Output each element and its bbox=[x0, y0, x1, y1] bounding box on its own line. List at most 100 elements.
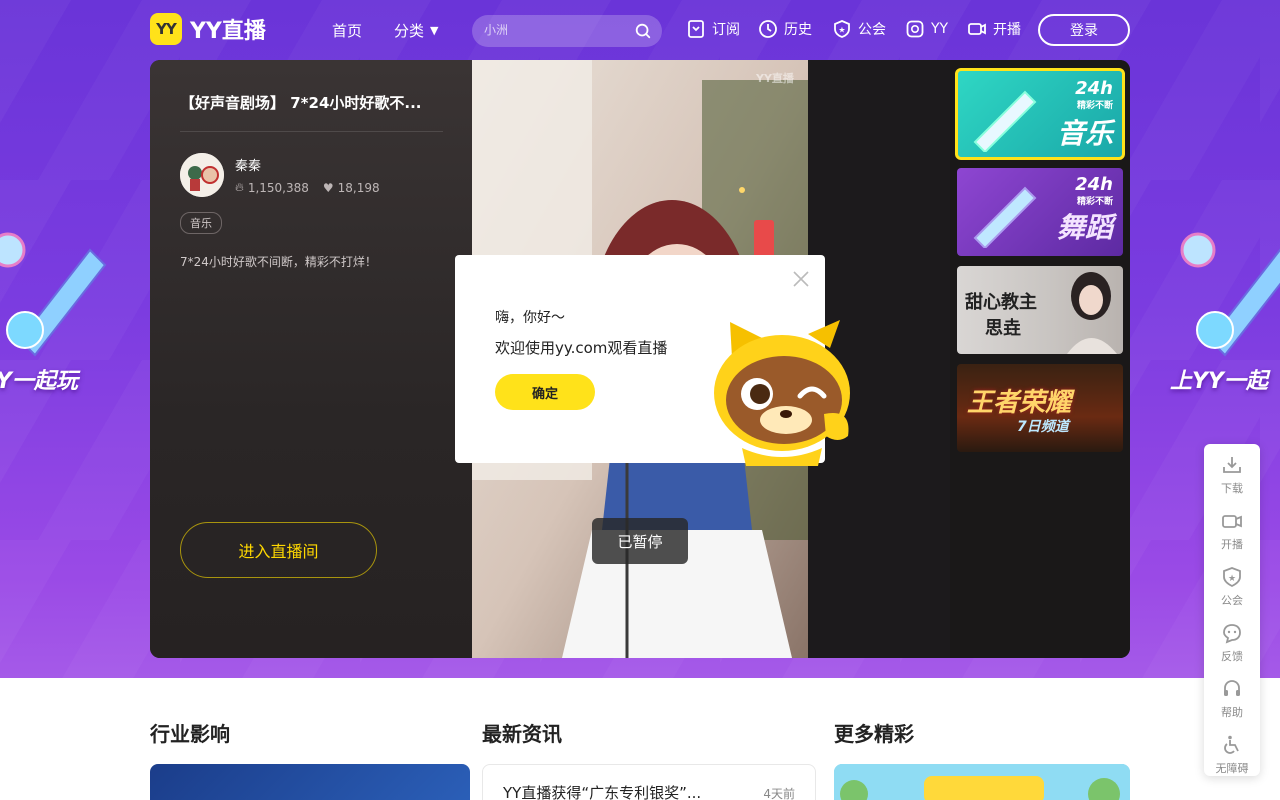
summer-banner-image bbox=[834, 764, 1130, 800]
channel-music[interactable]: 24h 精彩不断 音乐 bbox=[955, 68, 1125, 160]
heart-icon: ♥ bbox=[322, 180, 334, 195]
channel-title: 王者荣耀 bbox=[967, 388, 1072, 418]
raccoon-mascot-icon bbox=[714, 320, 850, 466]
nav-subscribe[interactable]: 订阅 bbox=[686, 19, 740, 39]
bookmark-icon bbox=[688, 20, 704, 38]
tool-guild[interactable]: ★ 公会 bbox=[1204, 566, 1260, 616]
headset-icon bbox=[1224, 680, 1240, 696]
section-news-title: 最新资讯 bbox=[482, 722, 562, 746]
camera-icon bbox=[1222, 515, 1242, 528]
tool-broadcast[interactable]: 开播 bbox=[1204, 510, 1260, 560]
channel-subtitle: 思垚 bbox=[985, 318, 1021, 339]
divider bbox=[180, 131, 443, 132]
svg-text:★: ★ bbox=[838, 26, 845, 35]
enter-room-button[interactable]: 进入直播间 bbox=[180, 522, 377, 578]
nav-history[interactable]: 历史 bbox=[758, 19, 812, 39]
confirm-button[interactable]: 确定 bbox=[495, 374, 595, 410]
channel-title: 舞蹈 bbox=[1056, 211, 1113, 244]
channel-badge: 24h bbox=[1075, 78, 1113, 99]
search-icon[interactable] bbox=[634, 22, 652, 40]
room-info-panel: 【好声音剧场】 7*24小时好歌不... 秦秦 🔥︎ 1,150,388 ♥ 18,… bbox=[150, 60, 472, 658]
mic-illustration-left bbox=[0, 232, 107, 357]
tool-accessibility[interactable]: 无障碍 bbox=[1204, 734, 1260, 784]
channel-badge: 24h bbox=[1075, 174, 1113, 195]
accessibility-icon bbox=[1224, 735, 1239, 754]
tool-label: 下载 bbox=[1221, 482, 1243, 495]
channel-sweetheart[interactable]: 甜心教主 思垚 bbox=[957, 266, 1123, 354]
host-portrait bbox=[1067, 272, 1117, 354]
logo-badge: YY bbox=[150, 13, 182, 45]
paused-indicator[interactable]: 已暂停 bbox=[592, 518, 688, 564]
popularity-stat: 🔥︎ 1,150,388 bbox=[235, 180, 309, 195]
nav-home[interactable]: 首页 bbox=[332, 20, 362, 41]
channel-title: 音乐 bbox=[1056, 117, 1113, 150]
nav-guild-label: 公会 bbox=[858, 22, 886, 38]
logo-text: YY直播 bbox=[190, 19, 266, 44]
download-icon bbox=[1223, 457, 1241, 473]
channel-honor-of-kings[interactable]: 王者荣耀 7日频道 bbox=[957, 364, 1123, 452]
login-button[interactable]: 登录 bbox=[1038, 14, 1130, 46]
popularity-value: 1,150,388 bbox=[247, 180, 309, 195]
logo[interactable]: YY YY直播 bbox=[150, 13, 266, 45]
flame-icon: 🔥︎ bbox=[235, 180, 244, 194]
tool-feedback[interactable]: 反馈 bbox=[1204, 622, 1260, 672]
shield-star-icon: ★ bbox=[834, 20, 850, 38]
camera-icon bbox=[968, 23, 986, 35]
mic-illustration-right bbox=[1180, 232, 1280, 357]
search-input[interactable] bbox=[484, 23, 624, 37]
avatar[interactable] bbox=[180, 153, 224, 197]
tool-label: 开播 bbox=[1221, 538, 1243, 551]
likes-value: 18,198 bbox=[337, 180, 380, 195]
channel-title: 甜心教主 bbox=[965, 292, 1037, 313]
channel-sub: 精彩不断 bbox=[1076, 101, 1113, 111]
tool-label: 帮助 bbox=[1221, 706, 1243, 719]
news-headline[interactable]: YY直播获得“广东专利银奖”... bbox=[503, 782, 701, 800]
video-watermark: YY直播 bbox=[756, 72, 794, 85]
side-banner-left-text: YY一起玩 bbox=[0, 369, 78, 394]
tool-help[interactable]: 帮助 bbox=[1204, 678, 1260, 728]
tool-sidebar: 下载 开播 ★ 公会 反馈 帮助 无障碍 bbox=[1204, 444, 1260, 776]
channel-list: 24h 精彩不断 音乐 24h 精彩不断 舞蹈 甜心教主 思垚 王者荣耀 7日频… bbox=[950, 60, 1130, 658]
nav-category[interactable]: 分类 ▼ bbox=[394, 20, 438, 41]
section-more-title: 更多精彩 bbox=[834, 722, 914, 746]
side-banner-right[interactable]: 上YY一起 bbox=[1170, 220, 1280, 420]
yy-app-icon bbox=[906, 20, 924, 38]
room-stats: 🔥︎ 1,150,388 ♥ 18,198 bbox=[235, 180, 380, 195]
likes-stat: ♥ 18,198 bbox=[323, 181, 380, 195]
tool-label: 无障碍 bbox=[1215, 762, 1249, 775]
mic-icon bbox=[973, 90, 1037, 152]
feedback-icon bbox=[1223, 624, 1241, 644]
news-card[interactable]: YY直播获得“广东专利银奖”... 4天前 bbox=[482, 764, 816, 800]
nav-subscribe-label: 订阅 bbox=[712, 22, 740, 38]
category-tag[interactable]: 音乐 bbox=[180, 212, 222, 234]
avatar-image bbox=[180, 153, 224, 197]
search-box bbox=[472, 15, 662, 47]
tool-label: 反馈 bbox=[1221, 650, 1243, 663]
room-description: 7*24小时好歌不间断，精彩不打烊！ bbox=[180, 255, 377, 269]
svg-text:★: ★ bbox=[1228, 574, 1236, 584]
nav-yy[interactable]: YY bbox=[905, 19, 948, 39]
shield-star-icon: ★ bbox=[1223, 567, 1241, 588]
section-industry-title: 行业影响 bbox=[150, 722, 230, 746]
tool-download[interactable]: 下载 bbox=[1204, 454, 1260, 504]
more-card[interactable] bbox=[834, 764, 1130, 800]
anchor-name[interactable]: 秦秦 bbox=[235, 155, 261, 174]
room-title[interactable]: 【好声音剧场】 7*24小时好歌不... bbox=[180, 92, 442, 113]
industry-card[interactable] bbox=[150, 764, 470, 800]
nav-broadcast[interactable]: 开播 bbox=[967, 19, 1021, 39]
channel-dance[interactable]: 24h 精彩不断 舞蹈 bbox=[957, 168, 1123, 256]
mic-icon bbox=[973, 186, 1037, 248]
side-banner-right-text: 上YY一起 bbox=[1170, 369, 1268, 394]
channel-subtitle: 7日频道 bbox=[1017, 419, 1069, 435]
nav-history-label: 历史 bbox=[784, 22, 812, 38]
nav-broadcast-label: 开播 bbox=[993, 22, 1021, 38]
nav-guild[interactable]: ★ 公会 bbox=[832, 19, 886, 39]
nav-category-label: 分类 bbox=[394, 22, 425, 40]
side-banner-left[interactable]: YY一起玩 bbox=[0, 220, 110, 420]
clock-icon bbox=[759, 20, 777, 38]
chevron-down-icon: ▼ bbox=[430, 24, 439, 37]
nav-yy-label: YY bbox=[931, 21, 949, 37]
dialog-message: 欢迎使用yy.com观看直播 bbox=[495, 339, 668, 357]
news-time: 4天前 bbox=[763, 787, 795, 800]
close-icon[interactable] bbox=[791, 269, 811, 289]
